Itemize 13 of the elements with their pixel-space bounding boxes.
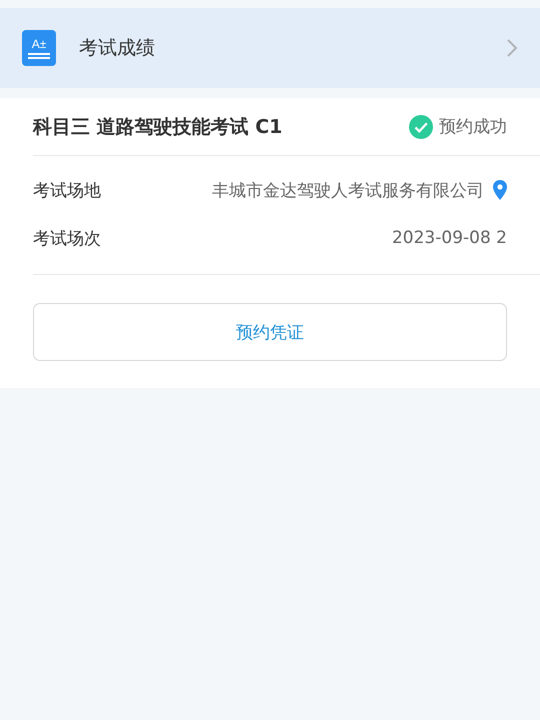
score-entry[interactable]: A± 考试成绩: [0, 8, 540, 88]
check-icon: [409, 114, 433, 138]
entry-title: 考试成绩: [79, 36, 155, 61]
location-pin-icon: [493, 180, 507, 200]
exam-title: 科目三 道路驾驶技能考试 C1: [33, 114, 282, 140]
chevron-right-icon: [506, 38, 518, 58]
row-label: 考试场次: [33, 228, 101, 250]
row-value: 丰城市金达驾驶人考试服务有限公司: [212, 180, 484, 202]
row-value: 2023-09-08 2: [392, 228, 507, 248]
row-label: 考试场地: [33, 180, 101, 202]
status-text: 预约成功: [439, 116, 507, 138]
grade-icon: A±: [22, 30, 56, 66]
voucher-button[interactable]: 预约凭证: [33, 303, 507, 361]
